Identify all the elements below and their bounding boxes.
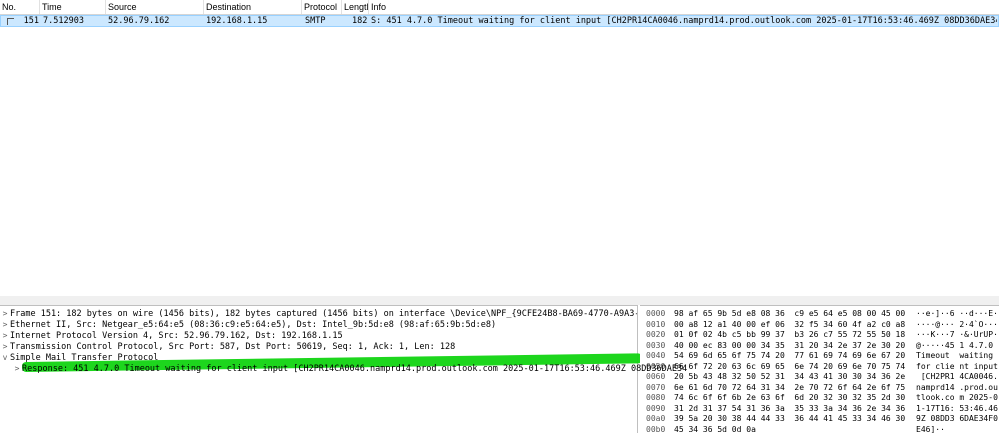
packet-list[interactable]: No. Time Source Destination Protocol Len…: [0, 0, 999, 296]
packet-row-selected[interactable]: 151 7.512903 52.96.79.162 192.168.1.15 S…: [0, 15, 999, 27]
packet-length: 182: [352, 16, 368, 26]
packet-info: S: 451 4.7.0 Timeout waiting for client …: [371, 16, 997, 26]
expand-arrow-icon[interactable]: >: [0, 341, 10, 352]
tree-item-smtp-response[interactable]: > Response: 451 4.7.0 Timeout waiting for…: [12, 363, 688, 374]
column-header-source[interactable]: Source: [106, 0, 204, 14]
packet-time: 7.512903: [43, 16, 84, 26]
column-header-time[interactable]: Time: [40, 0, 106, 14]
column-header-destination[interactable]: Destination: [204, 0, 302, 14]
expand-arrow-icon[interactable]: >: [12, 363, 22, 374]
tree-item-ipv4[interactable]: > Internet Protocol Version 4, Src: 52.96…: [0, 330, 343, 341]
packet-protocol: SMTP: [305, 16, 326, 26]
column-header-length[interactable]: Lengtl: [342, 0, 369, 14]
packet-destination: 192.168.1.15: [206, 16, 268, 26]
collapse-arrow-icon[interactable]: v: [0, 352, 10, 363]
column-header-no[interactable]: No.: [0, 0, 40, 14]
expand-arrow-icon[interactable]: >: [0, 319, 10, 330]
expand-arrow-icon[interactable]: >: [0, 308, 10, 319]
packet-source: 52.96.79.162: [108, 16, 170, 26]
row-relation-icon: [7, 18, 14, 25]
tree-item-frame[interactable]: > Frame 151: 182 bytes on wire (1456 bits…: [0, 308, 637, 319]
column-header-protocol[interactable]: Protocol: [302, 0, 342, 14]
packet-no: 151: [23, 16, 39, 26]
packet-bytes-pane[interactable]: 0000 98 af 65 9b 5d e8 08 36 c9 e5 64 e5 …: [640, 305, 999, 433]
expand-arrow-icon[interactable]: >: [0, 330, 10, 341]
packet-list-header: No. Time Source Destination Protocol Len…: [0, 0, 999, 15]
tree-item-ethernet[interactable]: > Ethernet II, Src: Netgear_e5:64:e5 (08:…: [0, 319, 497, 330]
tree-item-tcp[interactable]: > Transmission Control Protocol, Src Port…: [0, 341, 456, 352]
pane-splitter[interactable]: [0, 296, 999, 305]
column-header-info[interactable]: Info: [369, 0, 999, 14]
